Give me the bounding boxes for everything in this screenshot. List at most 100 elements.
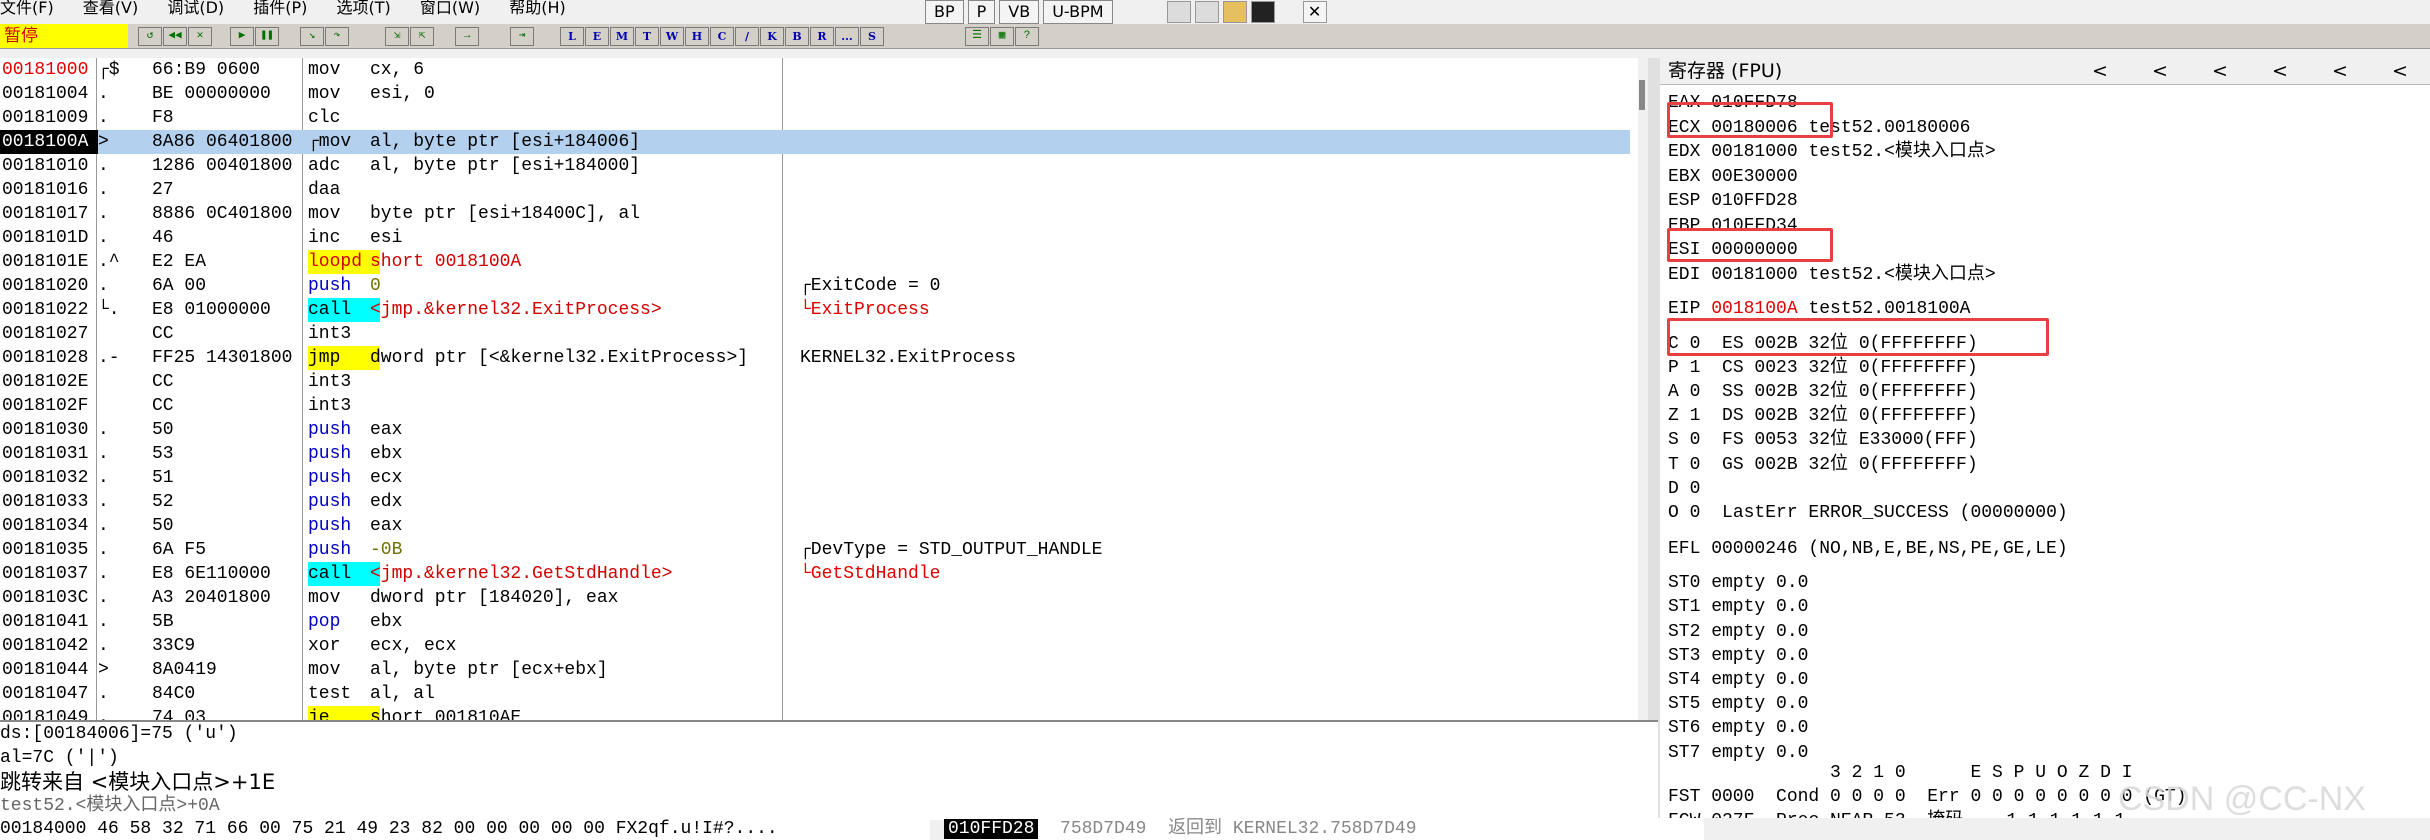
source-button[interactable]: S — [860, 27, 884, 46]
disasm-row[interactable]: 0018102E CC int3 — [0, 370, 1630, 394]
disasm-row[interactable]: 00181032. 51 push ecx — [0, 466, 1630, 490]
memory-window-button[interactable]: M — [610, 27, 634, 46]
reg-nav-arrow-5[interactable]: < — [2310, 58, 2370, 84]
disasm-row[interactable]: 0018102F CC int3 — [0, 394, 1630, 418]
register-edi[interactable]: EDI 00181000 test52.<模块入口点> — [1668, 264, 1996, 286]
menu-options[interactable]: 选项(T) — [336, 0, 390, 16]
disasm-row[interactable]: 00181000 ┌$ 66:B9 0600 mov cx, 6 — [0, 58, 1630, 82]
help-icon[interactable]: ? — [1015, 27, 1039, 46]
list-icon[interactable]: ☰ — [965, 27, 989, 46]
stack-pane[interactable]: 010FFD28 758D7D49 返回到 KERNEL32.758D7D49 — [944, 818, 1704, 840]
pane-splitter[interactable] — [1648, 58, 1660, 818]
disasm-row[interactable]: 00181010. 1286 00401800 adc al, byte ptr [e… — [0, 154, 1630, 178]
plugin-icon-1[interactable] — [1166, 1, 1191, 23]
disasm-row[interactable]: 00181017. 8886 0C401800 mov byte ptr [esi+1… — [0, 202, 1630, 226]
disasm-row[interactable]: 00181028 .- FF25 14301800 jmp dword ptr [<&k… — [0, 346, 1630, 370]
register-edx[interactable]: EDX 00181000 test52.<模块入口点> — [1668, 141, 1996, 163]
register-eip[interactable]: EIP 0018100A test52.0018100A — [1668, 298, 1970, 320]
patches-button[interactable]: / — [735, 27, 759, 46]
disasm-row[interactable]: 00181047. 84C0 test al, al — [0, 682, 1630, 706]
disasm-row[interactable]: 00181031. 53 push ebx — [0, 442, 1630, 466]
disasm-row[interactable]: 00181035. 6A F5 push -0B ┌DevType = STD_OUTP… — [0, 538, 1630, 562]
disasm-row[interactable]: 0018100A >8A86 06401800 ┌mov al, byte ptr [… — [0, 130, 1630, 154]
fpu-register-st2[interactable]: ST2 empty 0.0 — [1668, 621, 1808, 643]
disasm-row[interactable]: 0018103C. A3 20401800 mov dword ptr [184020… — [0, 586, 1630, 610]
reg-nav-arrow-4[interactable]: < — [2250, 58, 2310, 84]
disasm-row[interactable]: 00181044 >8A0419 mov al, byte ptr [ecx+ebx] — [0, 658, 1630, 682]
fpu-register-st4[interactable]: ST4 empty 0.0 — [1668, 669, 1808, 691]
goto-icon[interactable]: ⇥ — [510, 27, 534, 46]
modules-window-button[interactable]: E — [585, 27, 609, 46]
menu-view[interactable]: 查看(V) — [83, 0, 138, 16]
reg-nav-arrow-2[interactable]: < — [2130, 58, 2190, 84]
flag-segment-row[interactable]: Z 1 DS 002B 32位 0(FFFFFFFF) — [1668, 405, 1978, 427]
trace-over-icon[interactable]: ⇱ — [410, 27, 434, 46]
handles-button[interactable]: H — [685, 27, 709, 46]
disasm-row[interactable]: 0018101E .^ E2 EA loopd short 0018100A — [0, 250, 1630, 274]
call-stack-button[interactable]: K — [760, 27, 784, 46]
trace-into-icon[interactable]: ⇲ — [385, 27, 409, 46]
disassembly-scrollbar[interactable] — [1638, 58, 1646, 720]
fpu-status-word[interactable]: FST 0000 Cond 0 0 0 0 Err 0 0 0 0 0 0 0 … — [1668, 786, 2186, 808]
flag-segment-row[interactable]: D 0 — [1668, 478, 1722, 500]
menu-file[interactable]: 文件(F) — [0, 0, 54, 16]
hex-dump-pane[interactable]: 00184000 46 58 32 71 66 00 75 21 49 23 8… — [0, 818, 930, 840]
fpu-register-st3[interactable]: ST3 empty 0.0 — [1668, 645, 1808, 667]
references-button[interactable]: R — [810, 27, 834, 46]
eflags-register[interactable]: EFL 00000246 (NO,NB,E,BE,NS,PE,GE,LE) — [1668, 538, 2068, 560]
disasm-row[interactable]: 00181027 CC int3 — [0, 322, 1630, 346]
run-icon[interactable]: ▶ — [230, 27, 254, 46]
console-icon[interactable] — [1250, 1, 1275, 23]
menu-plugins[interactable]: 插件(P) — [253, 0, 307, 16]
disasm-row[interactable]: 00181037. E8 6E110000 call <jmp.&kernel32.G… — [0, 562, 1630, 586]
register-ebx[interactable]: EBX 00E30000 — [1668, 166, 1808, 188]
disasm-row[interactable]: 00181020. 6A 00 push 0 ┌ExitCode = 0 — [0, 274, 1630, 298]
disasm-row[interactable]: 00181009. F8 clc — [0, 106, 1630, 130]
bp-button[interactable]: BP — [925, 0, 964, 24]
plugin-icon-2[interactable] — [1194, 1, 1219, 23]
flag-segment-row[interactable]: P 1 CS 0023 32位 0(FFFFFFFF) — [1668, 357, 1978, 379]
fpu-register-st5[interactable]: ST5 empty 0.0 — [1668, 693, 1808, 715]
flag-segment-row[interactable]: A 0 SS 002B 32位 0(FFFFFFFF) — [1668, 381, 1978, 403]
disasm-row[interactable]: 00181016. 27 daa — [0, 178, 1630, 202]
disasm-row[interactable]: 00181034. 50 push eax — [0, 514, 1630, 538]
reg-nav-arrow-3[interactable]: < — [2190, 58, 2250, 84]
disasm-row[interactable]: 00181030. 50 push eax — [0, 418, 1630, 442]
disasm-row[interactable]: 00181033. 52 push edx — [0, 490, 1630, 514]
registers-pane[interactable]: 寄存器 (FPU) < < < < < < EAX 010FFD78 ECX 001800… — [1660, 58, 2430, 818]
grid-icon[interactable]: ▦ — [990, 27, 1014, 46]
fpu-register-st1[interactable]: ST1 empty 0.0 — [1668, 596, 1808, 618]
flag-segment-row[interactable]: O 0 LastErr ERROR_SUCCESS (00000000) — [1668, 502, 2068, 524]
flag-segment-row[interactable]: S 0 FS 0053 32位 E33000(FFF) — [1668, 429, 1978, 451]
menu-debug[interactable]: 调试(D) — [167, 0, 224, 16]
reg-nav-arrow-6[interactable]: < — [2370, 58, 2430, 84]
u-bpm-button[interactable]: U-BPM — [1043, 0, 1113, 24]
breakpoints-button[interactable]: B — [785, 27, 809, 46]
fpu-register-st7[interactable]: ST7 empty 0.0 — [1668, 742, 1808, 764]
p-button[interactable]: P — [967, 0, 996, 24]
step-over-icon[interactable]: ↷ — [325, 27, 349, 46]
disasm-row[interactable]: 0018101D. 46 inc esi — [0, 226, 1630, 250]
windows-button[interactable]: W — [660, 27, 684, 46]
register-esp[interactable]: ESP 010FFD28 — [1668, 190, 1808, 212]
pause-icon[interactable]: ❚❚ — [255, 27, 279, 46]
execute-till-return-icon[interactable]: → — [455, 27, 479, 46]
close-icon[interactable]: ✕ — [1302, 1, 1327, 23]
vb-button[interactable]: VB — [999, 0, 1040, 24]
run-trace-button[interactable]: ... — [835, 27, 859, 46]
disasm-row[interactable]: 00181042. 33C9 xor ecx, ecx — [0, 634, 1630, 658]
disasm-row[interactable]: 00181022 └. E8 01000000 call <jmp.&kernel32.… — [0, 298, 1630, 322]
fpu-register-st0[interactable]: ST0 empty 0.0 — [1668, 572, 1808, 594]
rewind-icon[interactable]: ◀◀ — [163, 27, 187, 46]
restart-icon[interactable]: ↺ — [138, 27, 162, 46]
flag-segment-row[interactable]: T 0 GS 002B 32位 0(FFFFFFFF) — [1668, 454, 1978, 476]
disassembly-pane[interactable]: 00181000 ┌$ 66:B9 0600 mov cx, 6 00181004. BE … — [0, 58, 1646, 720]
menu-window[interactable]: 窗口(W) — [420, 0, 480, 16]
threads-window-button[interactable]: T — [635, 27, 659, 46]
fpu-register-st6[interactable]: ST6 empty 0.0 — [1668, 717, 1808, 739]
disasm-row[interactable]: 00181049. 74 03 je short 001810AE — [0, 706, 1630, 720]
disasm-row[interactable]: 00181004. BE 00000000 mov esi, 0 — [0, 82, 1630, 106]
step-into-icon[interactable]: ↘ — [300, 27, 324, 46]
fpu-control-word[interactable]: FCW 027F Prec NEAR,53 掩码 1 1 1 1 1 1 — [1668, 810, 2125, 818]
reg-nav-arrow-1[interactable]: < — [2070, 58, 2130, 84]
